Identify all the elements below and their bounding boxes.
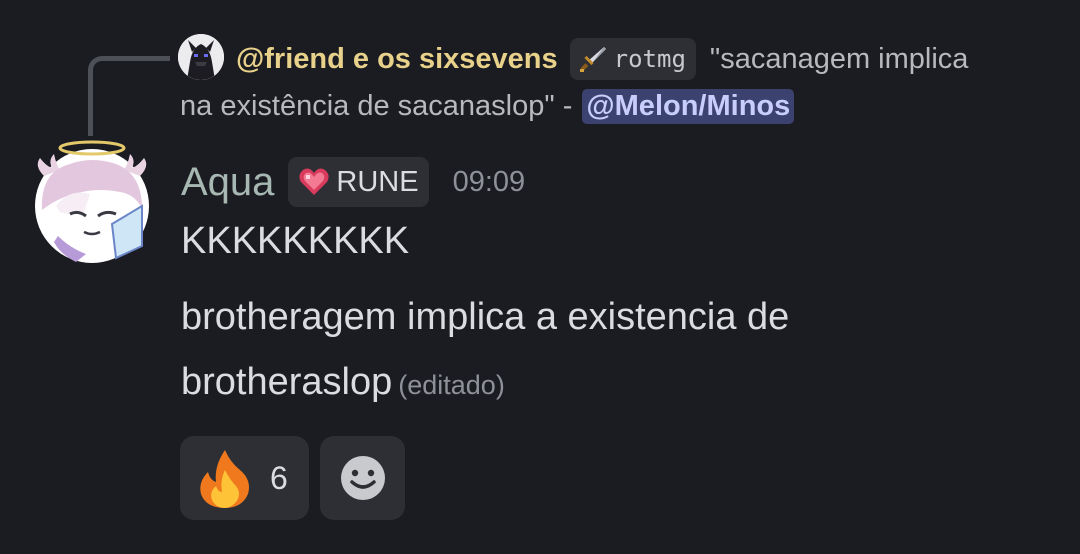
- timestamp[interactable]: 09:09: [453, 166, 526, 199]
- add-reaction-button[interactable]: [320, 436, 405, 520]
- role-tag[interactable]: RUNE: [288, 157, 429, 207]
- message-line[interactable]: KKKKKKKKK: [181, 220, 409, 263]
- user-mention[interactable]: @Melon/Minos: [582, 88, 795, 124]
- role-label: RUNE: [336, 165, 419, 198]
- message-header: Aqua RUNE 09:09: [181, 156, 525, 208]
- reply-tag-label: rotmg: [613, 45, 686, 73]
- reply-header: @friend e os sixsevens rotmg "sacanagem …: [236, 38, 968, 80]
- reply-connector: [88, 56, 170, 136]
- reply-guild-tag[interactable]: rotmg: [569, 38, 696, 80]
- add-reaction-icon: [340, 456, 385, 500]
- reaction-fire[interactable]: 6: [180, 436, 309, 520]
- reply-avatar[interactable]: [178, 34, 224, 80]
- edited-label: (editado): [398, 370, 505, 400]
- message-line[interactable]: brotheragem implica a existencia de: [181, 296, 789, 339]
- sword-icon: [579, 47, 606, 72]
- heart-icon: [299, 168, 330, 195]
- author-avatar[interactable]: [30, 136, 154, 266]
- reply-author-name[interactable]: @friend e os sixsevens: [236, 43, 558, 76]
- reply-preview: na existência de sacanaslop" - @Melon/Mi…: [180, 84, 795, 128]
- fire-icon: [200, 450, 249, 508]
- chat-message: @friend e os sixsevens rotmg "sacanagem …: [0, 0, 1080, 554]
- author-name[interactable]: Aqua: [181, 160, 274, 205]
- reaction-count: 6: [270, 459, 288, 496]
- message-text: brotheraslop: [181, 361, 393, 403]
- reply-text-line1[interactable]: "sacanagem implica: [710, 43, 969, 76]
- message-line-last[interactable]: brotheraslop (editado): [181, 361, 505, 404]
- reply-text-line2[interactable]: na existência de sacanaslop" -: [180, 90, 572, 123]
